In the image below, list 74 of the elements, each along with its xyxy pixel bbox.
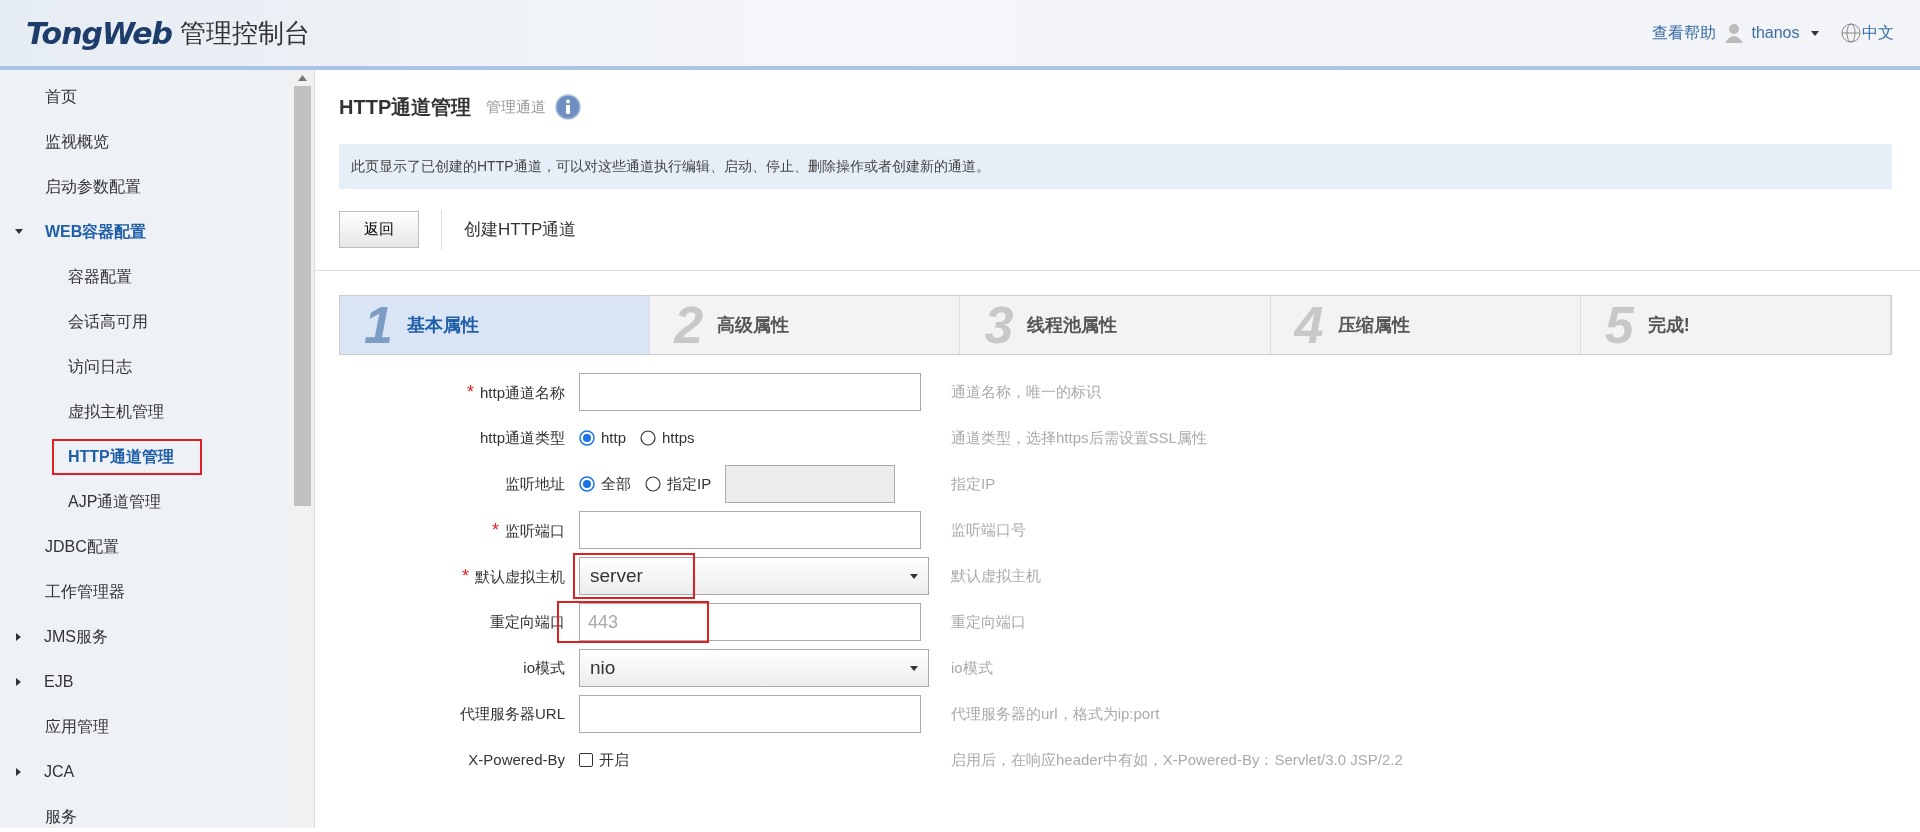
sidebar-item[interactable]: 访问日志 (68, 354, 132, 379)
field-hint: io模式 (951, 657, 993, 678)
scrollbar-thumb[interactable] (293, 86, 311, 506)
caret-icon[interactable] (1811, 29, 1819, 37)
radio-button[interactable] (579, 430, 595, 446)
radio-label: 指定IP (667, 473, 712, 494)
language-link[interactable]: 中文 (1862, 21, 1894, 45)
field-hint: 监听端口号 (951, 519, 1026, 540)
select-field[interactable]: nio (579, 649, 929, 687)
sidebar-item[interactable]: 首页 (45, 84, 77, 109)
sidebar-item[interactable]: 应用管理 (45, 714, 109, 739)
select-field[interactable]: server (579, 557, 929, 595)
sidebar-item[interactable]: JDBC配置 (45, 534, 119, 559)
help-link[interactable]: 查看帮助 (1652, 21, 1717, 45)
caret-icon[interactable] (15, 632, 22, 641)
input-field[interactable] (579, 511, 921, 549)
field-label: http通道类型 (479, 428, 565, 446)
caret-icon (910, 572, 918, 580)
info-icon[interactable] (555, 94, 582, 120)
user-menu[interactable]: thanos (1751, 21, 1800, 45)
checkbox-label: 开启 (599, 749, 629, 770)
sidebar-item[interactable]: WEB容器配置 (45, 219, 147, 244)
field-hint: 通道名称，唯一的标识 (951, 381, 1101, 402)
field-hint: 默认虚拟主机 (951, 565, 1041, 586)
required-mark: * (466, 381, 474, 402)
field-hint: 指定IP (951, 473, 996, 494)
sidebar-item[interactable]: 监视概览 (45, 129, 109, 154)
field-label: io模式 (523, 658, 565, 676)
field-label: 默认虚拟主机 (475, 567, 565, 585)
caret-icon[interactable] (15, 767, 22, 776)
sidebar-item[interactable]: 服务 (45, 804, 77, 828)
field-hint: 启用后，在响应header中有如，X-Powered-By：Servlet/3.0 JSP/2.2 (951, 749, 1403, 770)
sidebar-item[interactable]: 启动参数配置 (45, 174, 141, 199)
caret-icon (910, 664, 918, 672)
field-hint: 代理服务器的url，格式为ip:port (951, 703, 1160, 724)
input-field[interactable] (579, 695, 921, 733)
page-subtitle: 管理通道 (486, 96, 547, 117)
field-label: 监听端口 (505, 521, 565, 539)
sidebar-item[interactable]: 工作管理器 (45, 579, 125, 604)
radio-button[interactable] (640, 430, 657, 446)
sidebar-item[interactable]: JCA (44, 759, 75, 784)
logo: TongWeb (26, 14, 173, 53)
field-hint: 重定向端口 (951, 611, 1026, 632)
field-label: X-Powered-By (468, 750, 565, 768)
caret-icon[interactable] (15, 677, 22, 686)
checkbox[interactable] (579, 753, 593, 767)
radio-label: 全部 (601, 473, 631, 494)
sidebar-item[interactable]: 容器配置 (68, 264, 132, 289)
sidebar-item[interactable]: JMS服务 (44, 624, 108, 649)
field-hint: 通道类型，选择https后需设置SSL属性 (951, 427, 1207, 448)
caret-icon[interactable] (15, 228, 23, 235)
sidebar-item[interactable]: HTTP通道管理 (52, 438, 202, 475)
field-label: 代理服务器URL (460, 704, 565, 722)
back-button[interactable]: 返回 (339, 211, 419, 248)
wizard-step[interactable]: 1 基本属性 (340, 296, 651, 354)
input-field[interactable] (579, 373, 921, 411)
required-mark: * (492, 519, 499, 540)
sidebar-item[interactable]: 会话高可用 (68, 309, 148, 334)
info-message: 此页显示了已创建的HTTP通道，可以对这些通道执行编辑、启动、停止、删除操作或者创建新的通道。 (339, 144, 1892, 189)
radio-label: https (662, 427, 695, 448)
section-title: 创建HTTP通道 (464, 218, 577, 241)
required-mark: * (462, 565, 469, 586)
scroll-up-icon[interactable] (297, 75, 307, 81)
sidebar-item[interactable]: AJP通道管理 (68, 489, 162, 514)
page-title: HTTP通道管理 (339, 95, 472, 120)
radio-label: http (601, 427, 627, 448)
user-icon (1723, 23, 1744, 43)
app-title: 管理控制台 (180, 16, 311, 50)
sidebar-item[interactable]: 虚拟主机管理 (68, 399, 164, 424)
field-label: http通道名称 (479, 383, 565, 401)
globe-icon[interactable] (1840, 23, 1861, 43)
field-label: 监听地址 (505, 474, 565, 492)
input-field[interactable]: 443 (579, 603, 921, 641)
sidebar-item[interactable]: EJB (44, 669, 74, 694)
